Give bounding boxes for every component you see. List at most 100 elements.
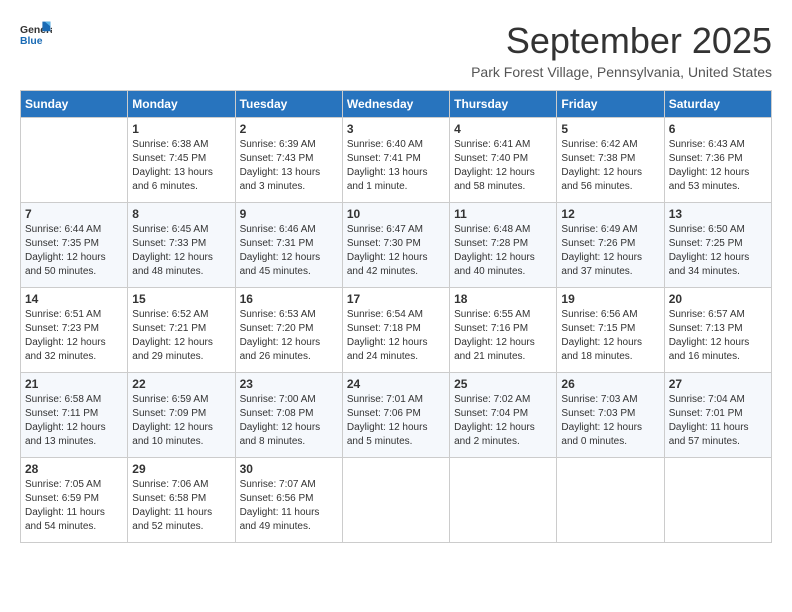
day-number: 30 bbox=[240, 462, 338, 476]
day-info: Sunrise: 6:39 AMSunset: 7:43 PMDaylight:… bbox=[240, 138, 338, 194]
calendar-cell: 26 Sunrise: 7:03 AMSunset: 7:03 PMDaylig… bbox=[557, 373, 664, 458]
day-number: 21 bbox=[25, 377, 123, 391]
calendar-cell: 8 Sunrise: 6:45 AMSunset: 7:33 PMDayligh… bbox=[128, 203, 235, 288]
logo: General Blue bbox=[20, 20, 52, 48]
calendar-cell: 23 Sunrise: 7:00 AMSunset: 7:08 PMDaylig… bbox=[235, 373, 342, 458]
location: Park Forest Village, Pennsylvania, Unite… bbox=[471, 64, 772, 80]
day-number: 27 bbox=[669, 377, 767, 391]
calendar-cell bbox=[342, 458, 449, 543]
day-number: 16 bbox=[240, 292, 338, 306]
calendar-cell: 19 Sunrise: 6:56 AMSunset: 7:15 PMDaylig… bbox=[557, 288, 664, 373]
day-info: Sunrise: 6:55 AMSunset: 7:16 PMDaylight:… bbox=[454, 308, 552, 364]
day-number: 5 bbox=[561, 122, 659, 136]
calendar-cell: 13 Sunrise: 6:50 AMSunset: 7:25 PMDaylig… bbox=[664, 203, 771, 288]
calendar-cell: 25 Sunrise: 7:02 AMSunset: 7:04 PMDaylig… bbox=[450, 373, 557, 458]
day-info: Sunrise: 7:01 AMSunset: 7:06 PMDaylight:… bbox=[347, 393, 445, 449]
day-info: Sunrise: 6:50 AMSunset: 7:25 PMDaylight:… bbox=[669, 223, 767, 279]
day-info: Sunrise: 6:40 AMSunset: 7:41 PMDaylight:… bbox=[347, 138, 445, 194]
day-info: Sunrise: 7:03 AMSunset: 7:03 PMDaylight:… bbox=[561, 393, 659, 449]
day-number: 6 bbox=[669, 122, 767, 136]
day-info: Sunrise: 6:45 AMSunset: 7:33 PMDaylight:… bbox=[132, 223, 230, 279]
calendar-cell: 14 Sunrise: 6:51 AMSunset: 7:23 PMDaylig… bbox=[21, 288, 128, 373]
day-info: Sunrise: 6:48 AMSunset: 7:28 PMDaylight:… bbox=[454, 223, 552, 279]
day-info: Sunrise: 6:42 AMSunset: 7:38 PMDaylight:… bbox=[561, 138, 659, 194]
day-info: Sunrise: 6:44 AMSunset: 7:35 PMDaylight:… bbox=[25, 223, 123, 279]
day-info: Sunrise: 6:58 AMSunset: 7:11 PMDaylight:… bbox=[25, 393, 123, 449]
day-number: 4 bbox=[454, 122, 552, 136]
day-info: Sunrise: 6:49 AMSunset: 7:26 PMDaylight:… bbox=[561, 223, 659, 279]
header-friday: Friday bbox=[557, 91, 664, 118]
day-number: 25 bbox=[454, 377, 552, 391]
day-info: Sunrise: 7:02 AMSunset: 7:04 PMDaylight:… bbox=[454, 393, 552, 449]
day-info: Sunrise: 6:56 AMSunset: 7:15 PMDaylight:… bbox=[561, 308, 659, 364]
day-info: Sunrise: 6:41 AMSunset: 7:40 PMDaylight:… bbox=[454, 138, 552, 194]
calendar-cell bbox=[557, 458, 664, 543]
calendar-cell: 17 Sunrise: 6:54 AMSunset: 7:18 PMDaylig… bbox=[342, 288, 449, 373]
day-number: 12 bbox=[561, 207, 659, 221]
calendar-cell bbox=[21, 118, 128, 203]
calendar-cell: 5 Sunrise: 6:42 AMSunset: 7:38 PMDayligh… bbox=[557, 118, 664, 203]
calendar-cell bbox=[450, 458, 557, 543]
page-container: General Blue September 2025 Park Forest … bbox=[20, 20, 772, 543]
day-info: Sunrise: 7:05 AMSunset: 6:59 PMDaylight:… bbox=[25, 478, 123, 534]
day-number: 24 bbox=[347, 377, 445, 391]
title-area: September 2025 Park Forest Village, Penn… bbox=[471, 20, 772, 80]
day-number: 18 bbox=[454, 292, 552, 306]
calendar-cell: 20 Sunrise: 6:57 AMSunset: 7:13 PMDaylig… bbox=[664, 288, 771, 373]
day-info: Sunrise: 6:52 AMSunset: 7:21 PMDaylight:… bbox=[132, 308, 230, 364]
calendar-cell: 24 Sunrise: 7:01 AMSunset: 7:06 PMDaylig… bbox=[342, 373, 449, 458]
header-monday: Monday bbox=[128, 91, 235, 118]
day-info: Sunrise: 6:38 AMSunset: 7:45 PMDaylight:… bbox=[132, 138, 230, 194]
logo-icon: General Blue bbox=[20, 20, 52, 48]
calendar-cell: 2 Sunrise: 6:39 AMSunset: 7:43 PMDayligh… bbox=[235, 118, 342, 203]
day-info: Sunrise: 7:07 AMSunset: 6:56 PMDaylight:… bbox=[240, 478, 338, 534]
calendar-cell: 21 Sunrise: 6:58 AMSunset: 7:11 PMDaylig… bbox=[21, 373, 128, 458]
day-number: 9 bbox=[240, 207, 338, 221]
calendar-cell: 4 Sunrise: 6:41 AMSunset: 7:40 PMDayligh… bbox=[450, 118, 557, 203]
day-number: 23 bbox=[240, 377, 338, 391]
day-number: 15 bbox=[132, 292, 230, 306]
svg-text:Blue: Blue bbox=[20, 36, 43, 47]
day-info: Sunrise: 6:47 AMSunset: 7:30 PMDaylight:… bbox=[347, 223, 445, 279]
day-number: 8 bbox=[132, 207, 230, 221]
day-number: 1 bbox=[132, 122, 230, 136]
day-info: Sunrise: 6:59 AMSunset: 7:09 PMDaylight:… bbox=[132, 393, 230, 449]
calendar-cell: 11 Sunrise: 6:48 AMSunset: 7:28 PMDaylig… bbox=[450, 203, 557, 288]
calendar-week-row: 1 Sunrise: 6:38 AMSunset: 7:45 PMDayligh… bbox=[21, 118, 772, 203]
day-number: 29 bbox=[132, 462, 230, 476]
day-info: Sunrise: 7:04 AMSunset: 7:01 PMDaylight:… bbox=[669, 393, 767, 449]
header-sunday: Sunday bbox=[21, 91, 128, 118]
day-number: 13 bbox=[669, 207, 767, 221]
day-number: 11 bbox=[454, 207, 552, 221]
calendar-cell: 18 Sunrise: 6:55 AMSunset: 7:16 PMDaylig… bbox=[450, 288, 557, 373]
calendar-cell: 28 Sunrise: 7:05 AMSunset: 6:59 PMDaylig… bbox=[21, 458, 128, 543]
month-title: September 2025 bbox=[471, 20, 772, 62]
header-thursday: Thursday bbox=[450, 91, 557, 118]
day-info: Sunrise: 6:46 AMSunset: 7:31 PMDaylight:… bbox=[240, 223, 338, 279]
day-number: 2 bbox=[240, 122, 338, 136]
day-number: 14 bbox=[25, 292, 123, 306]
day-number: 19 bbox=[561, 292, 659, 306]
day-info: Sunrise: 6:57 AMSunset: 7:13 PMDaylight:… bbox=[669, 308, 767, 364]
day-number: 26 bbox=[561, 377, 659, 391]
header-wednesday: Wednesday bbox=[342, 91, 449, 118]
header: General Blue September 2025 Park Forest … bbox=[20, 20, 772, 80]
calendar-week-row: 21 Sunrise: 6:58 AMSunset: 7:11 PMDaylig… bbox=[21, 373, 772, 458]
day-number: 3 bbox=[347, 122, 445, 136]
calendar-cell: 7 Sunrise: 6:44 AMSunset: 7:35 PMDayligh… bbox=[21, 203, 128, 288]
calendar-cell: 6 Sunrise: 6:43 AMSunset: 7:36 PMDayligh… bbox=[664, 118, 771, 203]
day-info: Sunrise: 6:53 AMSunset: 7:20 PMDaylight:… bbox=[240, 308, 338, 364]
calendar-cell: 27 Sunrise: 7:04 AMSunset: 7:01 PMDaylig… bbox=[664, 373, 771, 458]
calendar-cell: 1 Sunrise: 6:38 AMSunset: 7:45 PMDayligh… bbox=[128, 118, 235, 203]
calendar-cell: 3 Sunrise: 6:40 AMSunset: 7:41 PMDayligh… bbox=[342, 118, 449, 203]
calendar-cell bbox=[664, 458, 771, 543]
calendar-cell: 9 Sunrise: 6:46 AMSunset: 7:31 PMDayligh… bbox=[235, 203, 342, 288]
day-info: Sunrise: 6:43 AMSunset: 7:36 PMDaylight:… bbox=[669, 138, 767, 194]
calendar-cell: 12 Sunrise: 6:49 AMSunset: 7:26 PMDaylig… bbox=[557, 203, 664, 288]
day-number: 10 bbox=[347, 207, 445, 221]
day-number: 7 bbox=[25, 207, 123, 221]
calendar-cell: 30 Sunrise: 7:07 AMSunset: 6:56 PMDaylig… bbox=[235, 458, 342, 543]
day-info: Sunrise: 6:54 AMSunset: 7:18 PMDaylight:… bbox=[347, 308, 445, 364]
calendar-cell: 22 Sunrise: 6:59 AMSunset: 7:09 PMDaylig… bbox=[128, 373, 235, 458]
day-info: Sunrise: 7:00 AMSunset: 7:08 PMDaylight:… bbox=[240, 393, 338, 449]
